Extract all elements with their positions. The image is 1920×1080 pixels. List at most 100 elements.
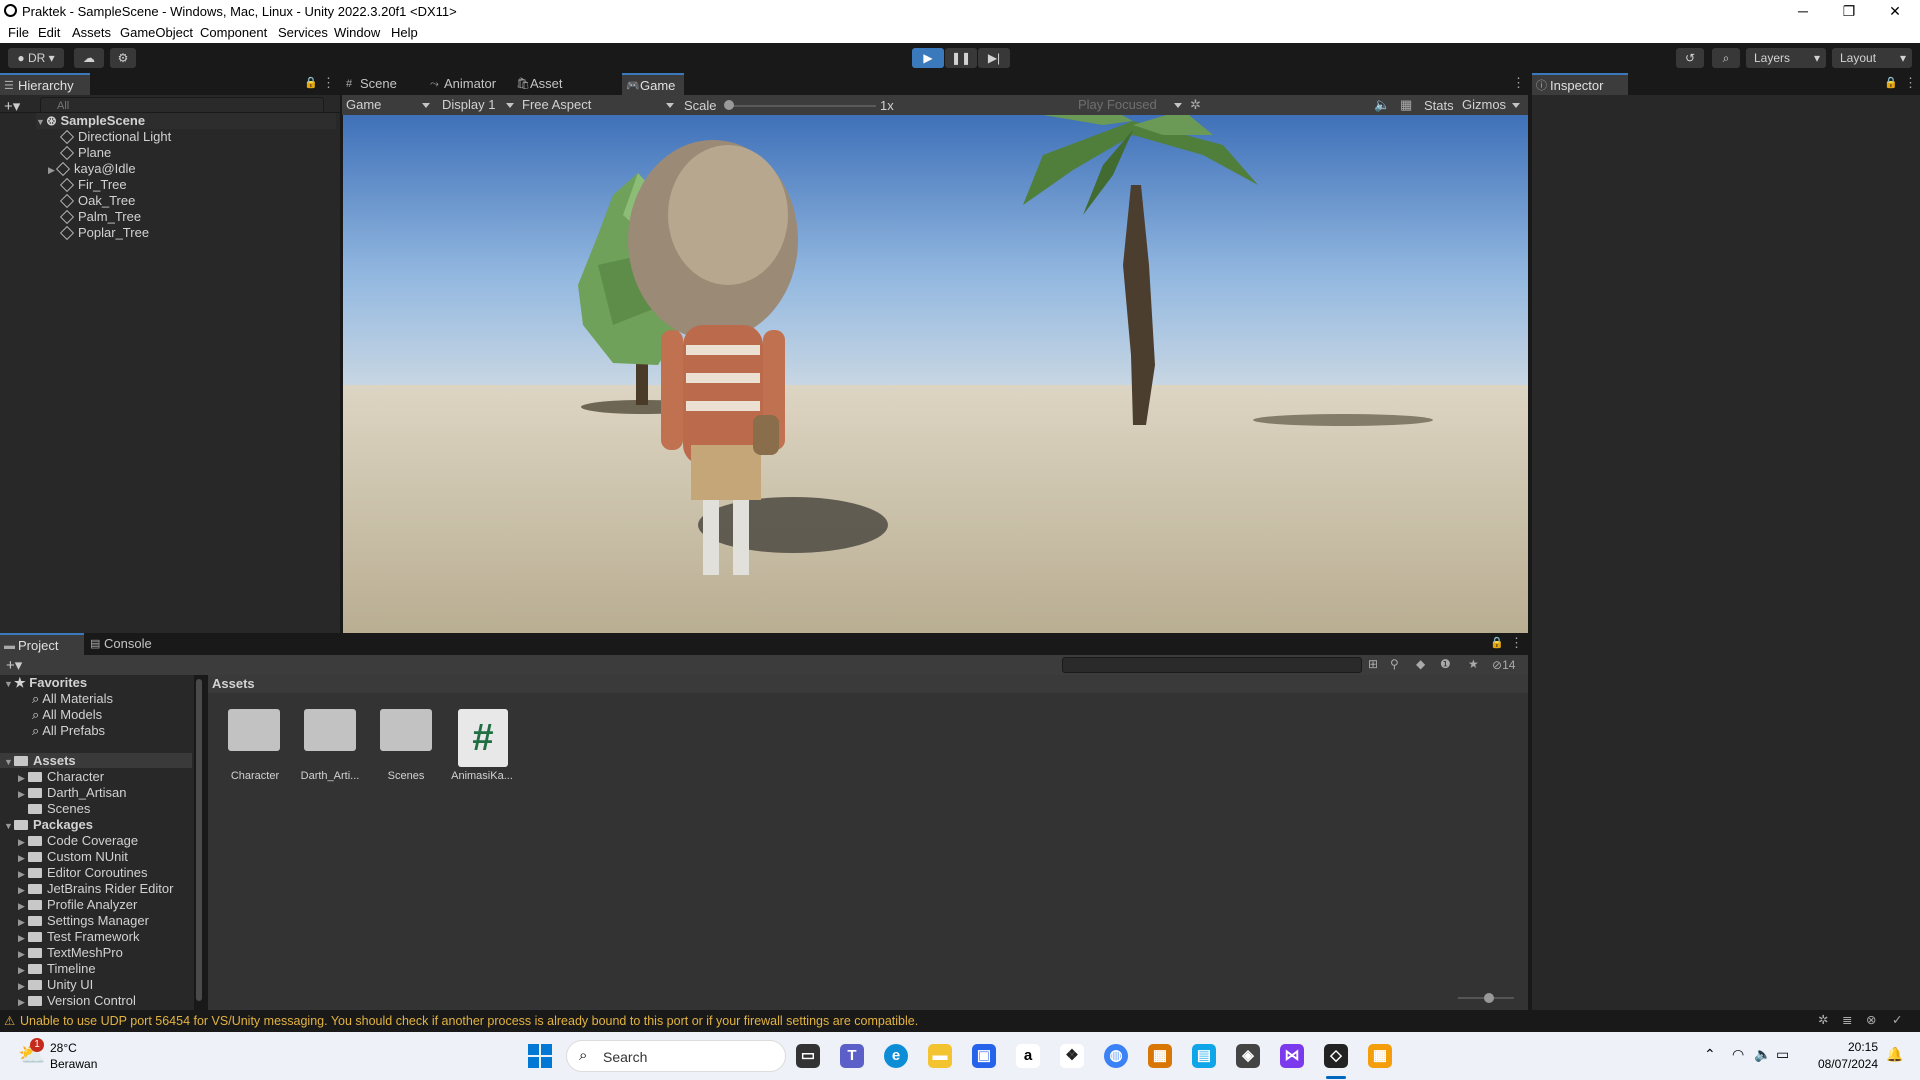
task-view-icon[interactable]: ▭ (796, 1044, 820, 1068)
maximize-button[interactable]: ❐ (1826, 0, 1872, 22)
package-folder[interactable]: ▶ Unity UI (18, 977, 93, 992)
menu-assets[interactable]: Assets (72, 25, 111, 40)
asset-label[interactable]: AnimasiKa... (440, 770, 524, 782)
lock-icon[interactable]: 🔒 (304, 76, 318, 89)
asset-folder[interactable]: ▶ Character (18, 769, 104, 784)
package-folder[interactable]: ▶ Test Framework (18, 929, 139, 944)
volume-icon[interactable]: 🔈 (1754, 1046, 1771, 1063)
assets-node[interactable]: ▼ Assets (0, 753, 192, 768)
account-dropdown[interactable]: ● DR ▾ (8, 48, 64, 68)
monitor-app-icon[interactable]: ▤ (1192, 1044, 1216, 1068)
menu-edit[interactable]: Edit (38, 25, 60, 40)
folder-icon[interactable] (228, 709, 280, 751)
lock-icon[interactable]: 🔒 (1884, 76, 1898, 89)
hierarchy-item[interactable]: Directional Light (59, 129, 171, 145)
packages-node[interactable]: ▼ Packages (4, 817, 93, 832)
search-icon[interactable]: ⌕ (1712, 48, 1740, 68)
audio-icon[interactable]: 🔈 (1374, 97, 1390, 113)
hierarchy-item[interactable]: Palm_Tree (59, 209, 141, 225)
hierarchy-item[interactable]: Fir_Tree (59, 177, 127, 193)
network-off-icon[interactable]: ⊗ (1866, 1012, 1876, 1027)
tab-project[interactable]: ▬ Project (0, 633, 84, 655)
menu-gameobject[interactable]: GameObject (120, 25, 193, 40)
hierarchy-item[interactable]: Oak_Tree (59, 193, 135, 209)
icon-size-slider-thumb[interactable] (1484, 993, 1494, 1003)
minimize-button[interactable]: ─ (1780, 0, 1826, 22)
folder-icon[interactable] (304, 709, 356, 751)
layout-dropdown[interactable]: Layout ▾ (1832, 48, 1912, 68)
battery-icon[interactable]: ▭ (1776, 1046, 1789, 1063)
cache-icon[interactable]: ≣ (1842, 1012, 1852, 1027)
package-folder[interactable]: ▶ Code Coverage (18, 833, 138, 848)
stats-button[interactable]: Stats (1424, 98, 1454, 113)
collab-icon[interactable]: ⚙ (110, 48, 136, 68)
package-folder[interactable]: ▶ TextMeshPro (18, 945, 123, 960)
dropbox-icon[interactable]: ❖ (1060, 1044, 1084, 1068)
asset-folder[interactable]: ▶ Darth_Artisan (18, 785, 126, 800)
more-icon[interactable]: ⋮ (322, 75, 335, 91)
info-filter-icon[interactable]: ❶ (1440, 657, 1451, 671)
more-icon[interactable]: ⋮ (1904, 75, 1917, 91)
step-button[interactable]: ▶| (978, 48, 1010, 68)
asset-label[interactable]: Darth_Arti... (288, 770, 372, 782)
tab-game[interactable]: 🎮 Game (622, 73, 684, 95)
favorite-star-icon[interactable]: ★ (1468, 657, 1479, 671)
menu-services[interactable]: Services (278, 25, 328, 40)
app-icon[interactable]: ▦ (1148, 1044, 1172, 1068)
grid-toggle-icon[interactable]: ▦ (1400, 97, 1412, 113)
menu-help[interactable]: Help (391, 25, 418, 40)
tab-hierarchy[interactable]: ☰ Hierarchy (0, 73, 90, 95)
unity-editor-icon[interactable]: ◇ (1324, 1044, 1348, 1068)
favorite-item[interactable]: ⌕ All Prefabs (32, 723, 105, 739)
app-icon-2[interactable]: ▦ (1368, 1044, 1392, 1068)
tab-asset-store[interactable]: 🛍Asset Store (512, 73, 596, 113)
gizmos-dropdown[interactable]: Gizmos (1462, 95, 1522, 115)
scale-slider-thumb[interactable] (724, 100, 734, 110)
file-explorer-icon[interactable]: ▬ (928, 1044, 952, 1068)
lock-icon[interactable]: 🔒 (1490, 636, 1504, 649)
close-button[interactable]: ✕ (1872, 0, 1918, 22)
package-folder[interactable]: ▶ Timeline (18, 961, 96, 976)
scale-slider[interactable] (728, 105, 876, 107)
tab-scene[interactable]: # Scene (342, 73, 420, 95)
asset-label[interactable]: Character (213, 770, 297, 782)
edge-icon[interactable]: e (884, 1044, 908, 1068)
more-icon[interactable]: ⋮ (1512, 75, 1525, 91)
package-folder[interactable]: ▶ Settings Manager (18, 913, 149, 928)
package-folder[interactable]: ▶ Editor Coroutines (18, 865, 147, 880)
visual-studio-icon[interactable]: ⋈ (1280, 1044, 1304, 1068)
folder-icon[interactable] (380, 709, 432, 751)
layers-dropdown[interactable]: Layers ▾ (1746, 48, 1826, 68)
unity-hub-icon[interactable]: ◈ (1236, 1044, 1260, 1068)
hierarchy-item[interactable]: ▶ kaya@Idle (48, 161, 136, 177)
package-folder[interactable]: ▶ Profile Analyzer (18, 897, 137, 912)
more-icon[interactable]: ⋮ (1510, 635, 1523, 651)
notification-bell-icon[interactable]: 🔔 (1886, 1046, 1903, 1063)
start-windows-icon[interactable] (528, 1044, 552, 1068)
filter-type-icon[interactable]: ⊞ (1368, 657, 1378, 671)
tab-console[interactable]: ▤ Console (86, 633, 170, 655)
hierarchy-item[interactable]: Poplar_Tree (59, 225, 149, 241)
debug-icon[interactable]: ✲ (1818, 1012, 1828, 1027)
clock-date[interactable]: 08/07/2024 (1808, 1057, 1878, 1071)
menu-window[interactable]: Window (334, 25, 380, 40)
hierarchy-item[interactable]: Plane (59, 145, 111, 161)
package-folder[interactable]: ▶ Custom NUnit (18, 849, 128, 864)
amazon-icon[interactable]: a (1016, 1044, 1040, 1068)
filter-label-icon[interactable]: ⚲ (1390, 657, 1399, 671)
pause-button[interactable]: ❚❚ (945, 48, 977, 68)
menu-component[interactable]: Component (200, 25, 267, 40)
favorite-item[interactable]: ⌕ All Models (32, 707, 102, 723)
browser-icon[interactable]: ◍ (1104, 1044, 1128, 1068)
game-view[interactable] (343, 115, 1528, 633)
play-focused-dropdown[interactable]: Play Focused (1078, 95, 1184, 115)
project-search-input[interactable] (1062, 657, 1362, 673)
menu-file[interactable]: File (8, 25, 29, 40)
csharp-script-icon[interactable]: # (458, 709, 508, 767)
chevron-up-icon[interactable]: ⌃ (1704, 1046, 1716, 1063)
check-icon[interactable]: ✓ (1892, 1012, 1902, 1027)
add-icon[interactable]: +▾ (6, 656, 22, 674)
favorites-node[interactable]: ▼★ Favorites (4, 675, 87, 691)
tag-icon[interactable]: ◆ (1416, 657, 1425, 671)
bug-icon[interactable]: ✲ (1190, 97, 1201, 113)
